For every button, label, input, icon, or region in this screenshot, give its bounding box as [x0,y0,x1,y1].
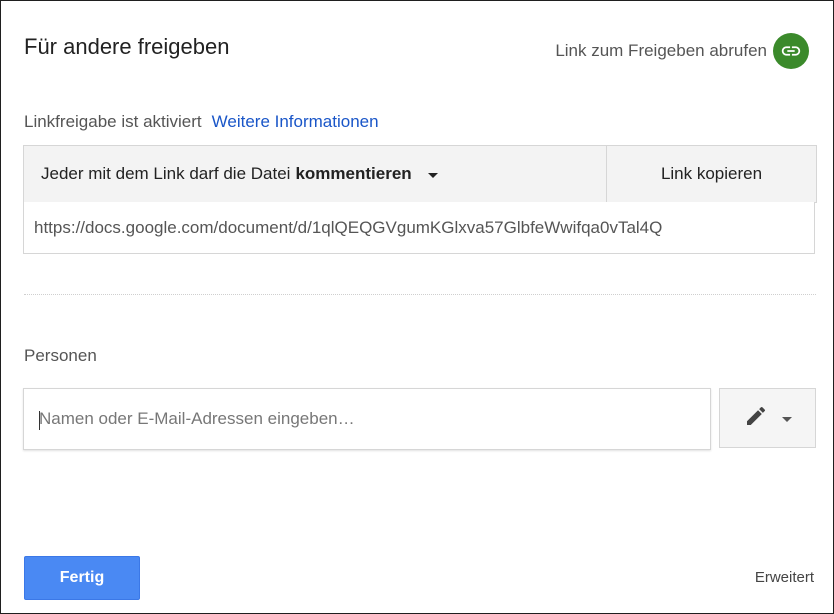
chevron-down-icon [781,416,792,422]
get-shareable-link-button[interactable]: Link zum Freigeben abrufen [555,33,809,69]
link-icon[interactable] [773,33,809,69]
link-permission-dropdown[interactable]: Jeder mit dem Link darf die Datei kommen… [24,146,607,202]
advanced-link[interactable]: Erweitert [755,569,814,586]
more-info-link[interactable]: Weitere Informationen [212,112,379,131]
pencil-icon [744,404,768,433]
link-sharing-status-row: Linkfreigabe ist aktiviert Weitere Inform… [24,112,379,132]
people-input-wrapper [23,388,711,450]
text-cursor [39,411,40,430]
people-input[interactable] [24,389,710,449]
section-divider [24,294,816,295]
get-link-label: Link zum Freigeben abrufen [555,41,767,60]
done-button[interactable]: Fertig [24,556,140,600]
role-select-button[interactable] [719,388,816,448]
link-permission-bar: Jeder mit dem Link darf die Datei kommen… [23,145,817,203]
share-url-field[interactable] [24,202,814,253]
link-sharing-status: Linkfreigabe ist aktiviert [24,112,202,131]
copy-link-button[interactable]: Link kopieren [607,146,816,202]
dialog-title: Für andere freigeben [24,34,230,59]
share-dialog: Für andere freigeben Link zum Freigeben … [0,0,834,614]
share-url-field-wrapper [23,202,815,254]
people-section-label: Personen [24,346,97,365]
chevron-down-icon [427,172,438,178]
permission-value: kommentieren [295,164,412,183]
permission-prefix: Jeder mit dem Link darf die Datei [41,164,291,183]
